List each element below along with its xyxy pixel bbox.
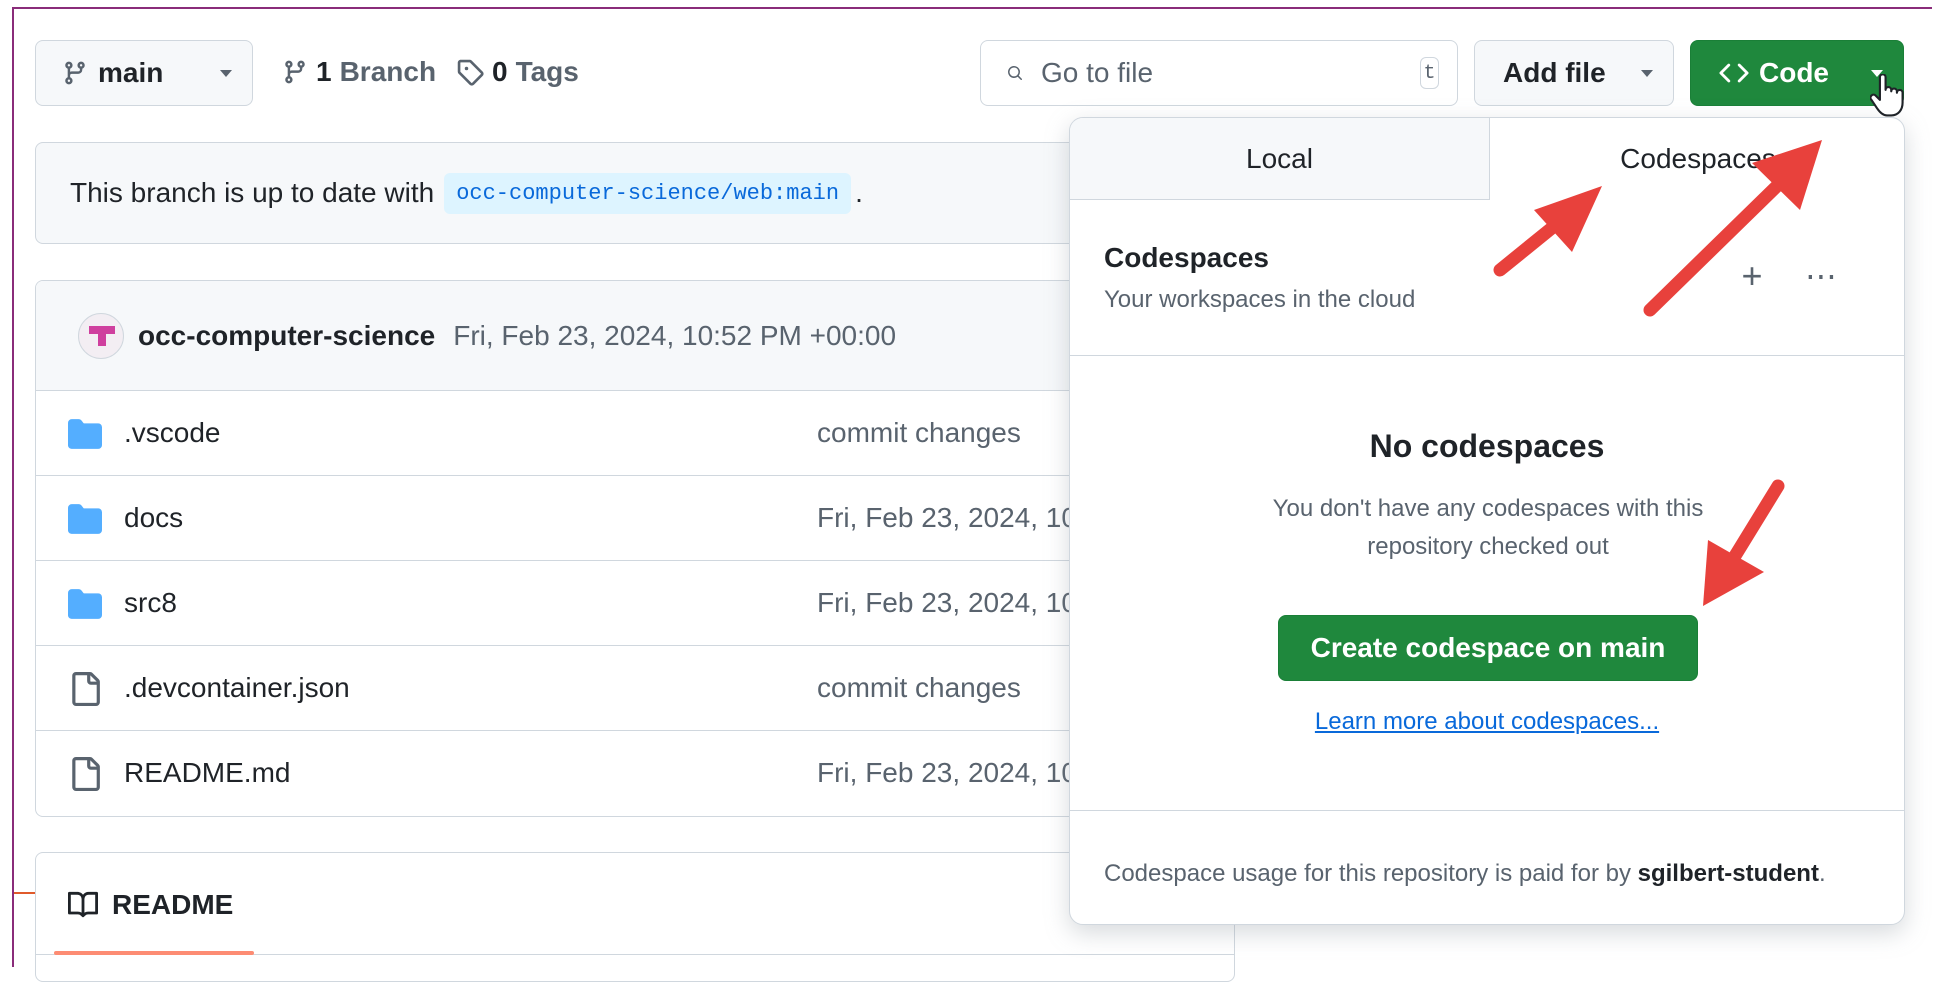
tags-count: 0 (492, 56, 508, 87)
plus-icon: + (1741, 255, 1763, 296)
chevron-down-icon (1641, 69, 1653, 77)
tab-codespaces[interactable]: Codespaces (1490, 118, 1904, 200)
folder-icon (68, 504, 102, 534)
status-prefix: This branch is up to date with (70, 177, 435, 208)
folder-icon (68, 589, 102, 619)
upstream-ref-link[interactable]: occ-computer-science/web:main (444, 172, 852, 214)
code-button-label: Code (1759, 57, 1829, 88)
add-file-label: Add file (1503, 57, 1606, 88)
learn-more-link[interactable]: Learn more about codespaces... (1070, 708, 1904, 736)
chevron-down-icon (220, 69, 232, 77)
go-to-file-input[interactable] (1038, 56, 1404, 90)
branch-selector-label: main (98, 57, 164, 88)
readme-tab[interactable]: README (68, 889, 233, 921)
branch-status-banner: This branch is up to date with occ-compu… (35, 142, 1235, 244)
file-icon (72, 672, 100, 706)
avatar[interactable] (78, 312, 124, 359)
branches-link[interactable]: 1 Branch (282, 56, 436, 88)
new-codespace-button[interactable]: + (1730, 254, 1774, 298)
billing-suffix: . (1818, 860, 1826, 887)
file-name-link[interactable]: src8 (124, 587, 177, 619)
readme-panel: README (35, 852, 1235, 982)
commit-message-link[interactable]: Fri, Feb 23, 2024, 10 (817, 502, 1077, 534)
tags-link[interactable]: 0 Tags (456, 56, 579, 88)
table-row[interactable]: .vscode commit changes (36, 391, 1234, 476)
file-name-link[interactable]: docs (124, 502, 183, 534)
divider (1070, 810, 1904, 811)
empty-state-title: No codespaces (1369, 428, 1605, 464)
readme-tab-label: README (112, 889, 234, 920)
file-name-link[interactable]: .devcontainer.json (124, 672, 350, 704)
book-icon (68, 891, 98, 918)
branches-label: Branch (339, 56, 437, 87)
billing-text: Codespace usage for this repository is p… (1104, 860, 1631, 887)
git-branch-icon (65, 61, 85, 85)
codespaces-subtitle: Your workspaces in the cloud (1104, 286, 1416, 313)
commit-message-link[interactable]: commit changes (817, 417, 1021, 449)
commit-date: Fri, Feb 23, 2024, 10:52 PM +00:00 (453, 319, 897, 351)
codespaces-header: Codespaces Your workspaces in the cloud (1104, 242, 1415, 314)
file-icon (72, 757, 100, 791)
folder-icon (68, 419, 102, 449)
code-panel-tabs: Local Codespaces (1070, 118, 1904, 200)
file-name-link[interactable]: README.md (124, 757, 290, 789)
tab-local[interactable]: Local (1070, 118, 1490, 200)
commit-message-link[interactable]: commit changes (817, 672, 1021, 704)
search-icon (1007, 66, 1022, 81)
commit-message-link[interactable]: Fri, Feb 23, 2024, 10 (817, 757, 1077, 789)
file-name-link[interactable]: .vscode (124, 417, 221, 449)
code-icon (1719, 63, 1749, 83)
add-file-button[interactable]: Add file (1474, 40, 1674, 106)
tag-icon (457, 59, 484, 86)
table-row[interactable]: .devcontainer.json commit changes (36, 646, 1234, 731)
file-list: occ-computer-science Fri, Feb 23, 2024, … (35, 280, 1235, 817)
billing-notice: Codespace usage for this repository is p… (1104, 860, 1826, 888)
table-row[interactable]: docs Fri, Feb 23, 2024, 10 (36, 476, 1234, 561)
kebab-icon: ⋯ (1805, 258, 1839, 294)
branch-selector-button[interactable]: main (35, 40, 253, 106)
billing-user: sgilbert-student (1637, 860, 1819, 887)
latest-commit-row: occ-computer-science Fri, Feb 23, 2024, … (36, 281, 1234, 391)
keyboard-shortcut-hint: t (1419, 57, 1439, 89)
divider (1070, 355, 1904, 356)
git-branch-icon (285, 60, 305, 84)
create-codespace-button[interactable]: Create codespace on main (1278, 615, 1698, 681)
code-dropdown-panel: Local Codespaces Codespaces Your workspa… (1069, 117, 1905, 925)
go-to-file-search[interactable]: t (980, 40, 1458, 106)
empty-state-description: You don't have any codespaces with this … (1272, 495, 1704, 560)
codespaces-heading: Codespaces (1104, 242, 1269, 273)
pointer-cursor-icon (1870, 74, 1904, 117)
active-tab-indicator (54, 951, 254, 955)
codespace-options-button[interactable]: ⋯ (1798, 254, 1846, 298)
tags-label: Tags (515, 56, 579, 87)
status-suffix: . (855, 177, 863, 208)
commit-message-link[interactable]: Fri, Feb 23, 2024, 10 (817, 587, 1077, 619)
branches-count: 1 (316, 56, 332, 87)
table-row[interactable]: src8 Fri, Feb 23, 2024, 10 (36, 561, 1234, 646)
table-row[interactable]: README.md Fri, Feb 23, 2024, 10 (36, 731, 1234, 816)
commit-author-link[interactable]: occ-computer-science (138, 320, 435, 352)
